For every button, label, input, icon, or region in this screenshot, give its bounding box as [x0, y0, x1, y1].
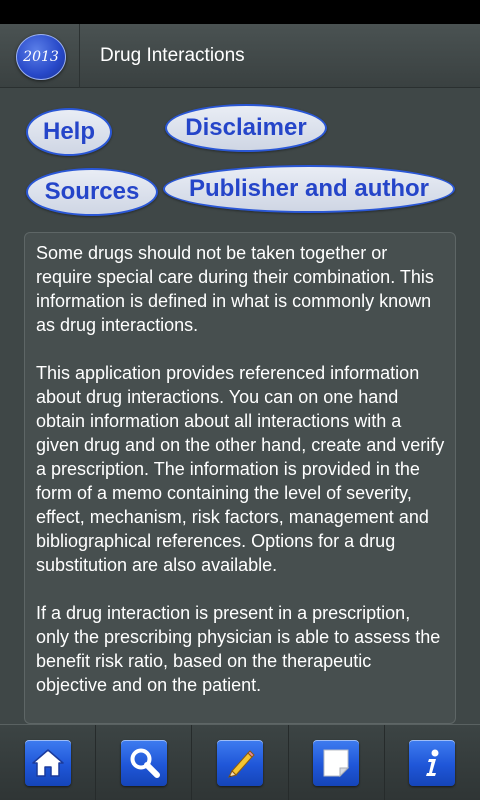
- nav-prescription-button[interactable]: [192, 725, 289, 800]
- note-icon[interactable]: [313, 739, 360, 786]
- bottom-navigation-bar: [0, 724, 480, 800]
- home-icon[interactable]: [24, 739, 71, 786]
- year-logo-badge[interactable]: 2013: [16, 34, 66, 80]
- pencil-icon[interactable]: [217, 739, 263, 786]
- disclaimer-button[interactable]: Disclaimer: [165, 104, 327, 152]
- nav-notes-button[interactable]: [289, 725, 385, 800]
- physician-paragraph: If a drug interaction is present in a pr…: [36, 603, 441, 695]
- page-title: Drug Interactions: [100, 45, 245, 66]
- publisher-and-author-button[interactable]: Publisher and author: [163, 165, 455, 213]
- header-logo-cell[interactable]: 2013: [0, 24, 80, 88]
- features-paragraph: This application provides referenced inf…: [36, 363, 445, 575]
- app-header: 2013 Drug Interactions: [0, 24, 480, 88]
- nav-search-button[interactable]: [96, 725, 193, 800]
- help-button[interactable]: Help: [26, 108, 112, 156]
- sources-button[interactable]: Sources: [26, 168, 158, 216]
- info-icon[interactable]: [409, 739, 456, 786]
- intro-paragraph: Some drugs should not be taken together …: [36, 243, 434, 335]
- status-bar: [0, 0, 480, 24]
- search-icon[interactable]: [120, 739, 167, 786]
- nav-home-button[interactable]: [0, 725, 97, 800]
- description-panel[interactable]: Some drugs should not be taken together …: [24, 232, 456, 724]
- nav-info-button[interactable]: [385, 725, 480, 800]
